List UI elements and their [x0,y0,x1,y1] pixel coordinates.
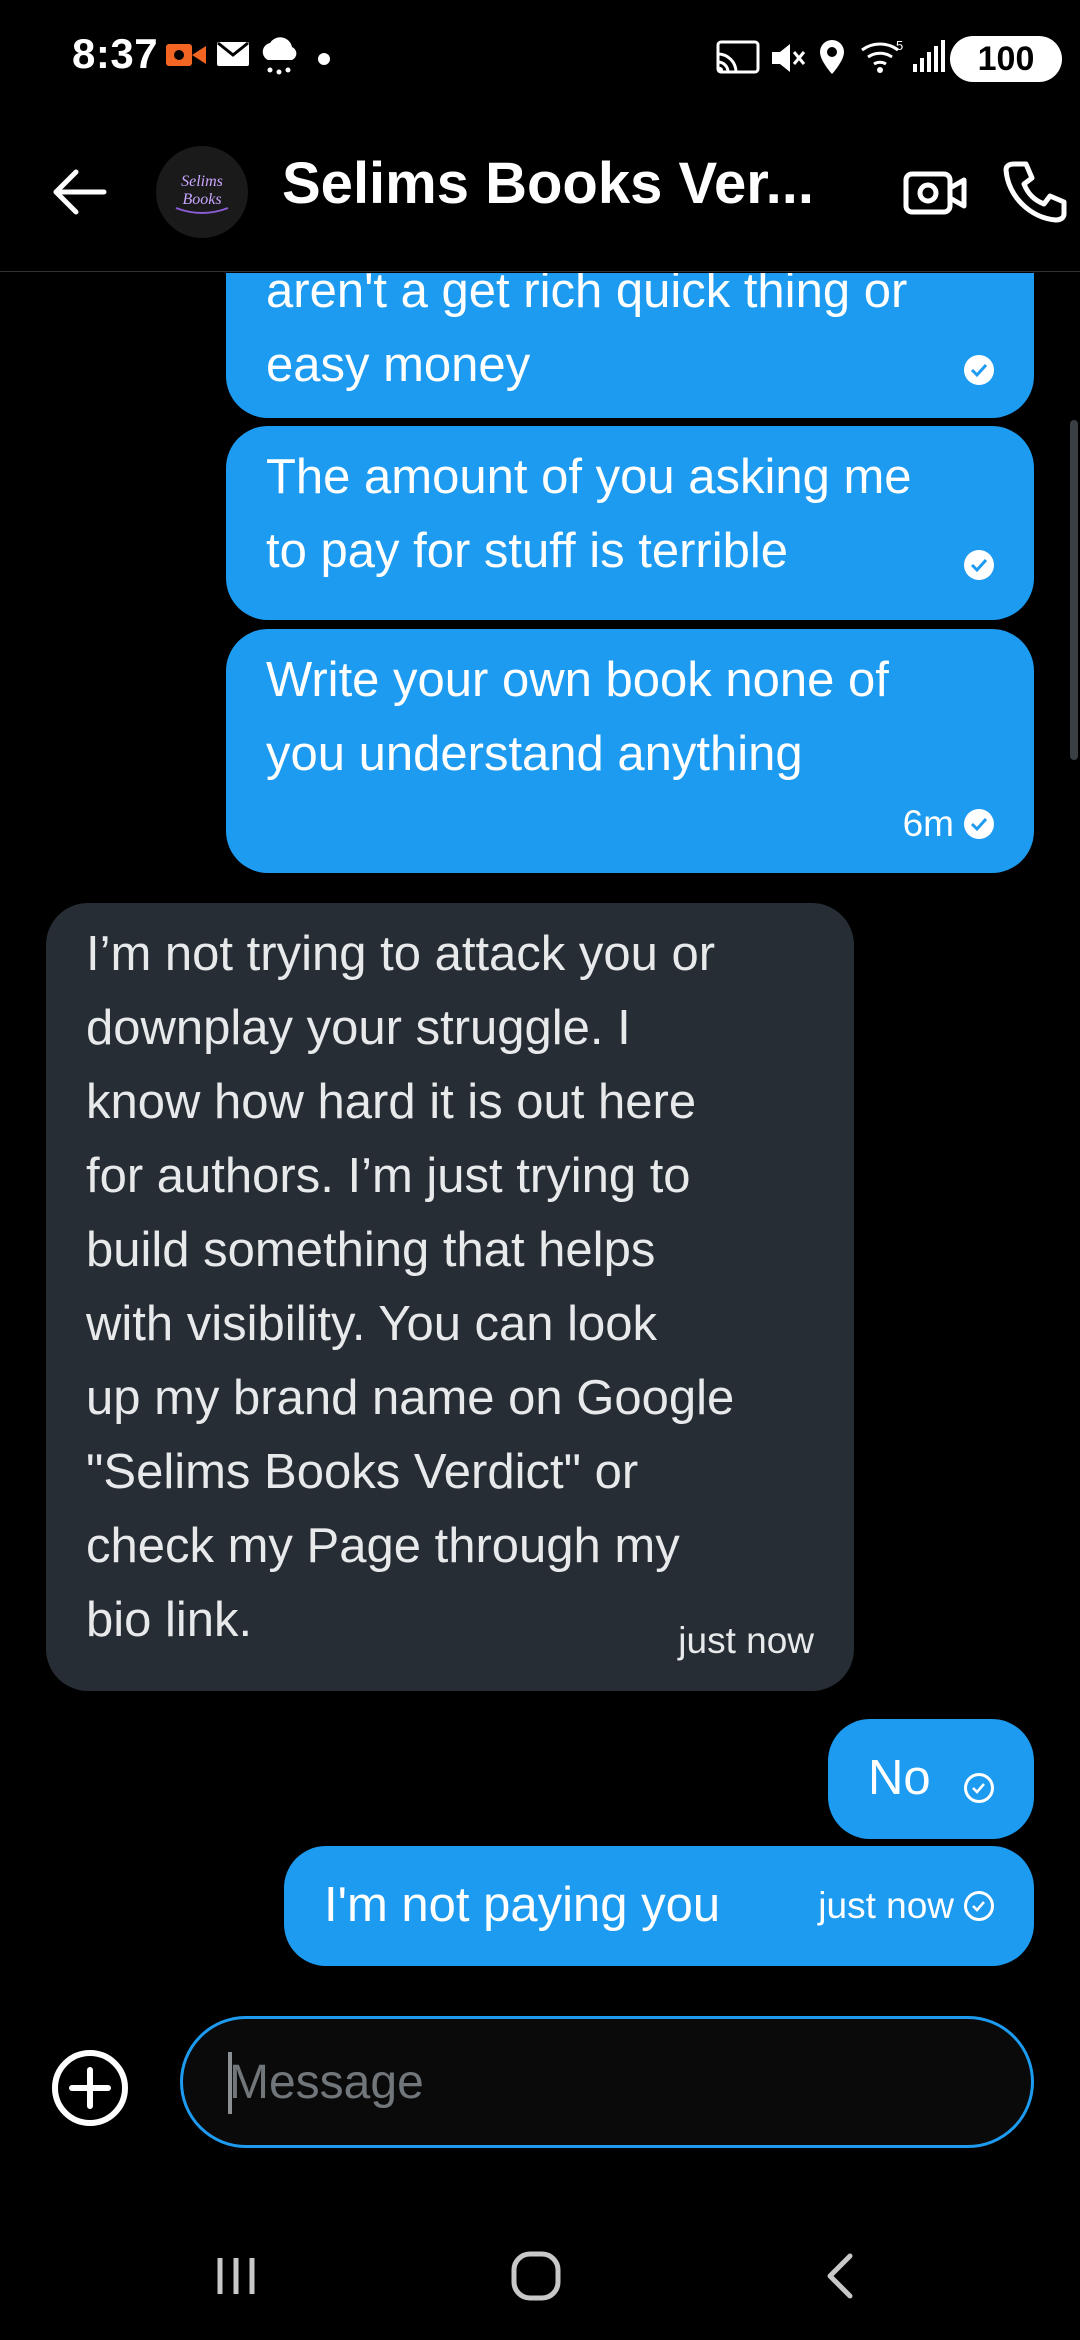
phone-icon[interactable] [1000,156,1070,226]
cast-icon [716,40,760,81]
sent-check-icon [964,809,994,839]
message-line: for authors. I’m just trying to [86,1149,691,1203]
message-line: with visibility. You can look [86,1297,658,1351]
wifi-icon: 5 [860,38,906,79]
message-status [964,550,994,580]
dm-screen: 8:37 5 100 Selims Books Selims Books Ver… [0,0,1080,2340]
message-line: know how hard it is out here [86,1075,697,1129]
message-line: aren't a get rich quick thing or [266,273,908,318]
message-status [964,355,994,385]
status-time: 8:37 [72,30,159,77]
battery-icon: 100 [950,36,1062,82]
message-line: No [868,1751,931,1805]
message-bubble-outgoing[interactable]: The amount of you asking me to pay for s… [226,426,1034,620]
status-bar: 8:37 5 100 [0,0,1080,116]
message-composer [0,2000,1080,2150]
sent-check-icon [964,550,994,580]
scrollbar[interactable] [1070,420,1078,760]
mute-icon [770,40,806,81]
sent-check-icon [964,355,994,385]
conversation-title[interactable]: Selims Books Ver... [282,150,814,217]
message-line: bio link. [86,1593,253,1647]
message-meta: just now [818,1886,994,1926]
message-line: The amount of you asking me [266,450,912,504]
message-line: I'm not paying you [324,1878,721,1932]
message-line: you understand anything [266,727,803,781]
text-cursor [228,2052,232,2114]
message-time: just now [678,1620,814,1661]
location-icon [818,38,846,81]
message-list[interactable]: aren't a get rich quick thing or easy mo… [0,273,1080,1973]
message-bubble-outgoing[interactable]: aren't a get rich quick thing or easy mo… [226,273,1034,418]
back-icon[interactable] [812,2246,872,2311]
video-camera-icon[interactable] [900,158,970,228]
message-line: build something that helps [86,1223,656,1277]
message-line: easy money [266,338,531,392]
message-meta: 6m [903,804,994,844]
mail-icon [216,40,250,73]
signal-icon [912,40,946,77]
message-line: I’m not trying to attack you or [86,927,716,981]
cloud-icon [258,34,300,83]
video-record-icon [166,40,206,75]
avatar[interactable]: Selims Books [156,146,248,238]
message-line: downplay your struggle. I [86,1001,631,1055]
message-time: 6m [902,803,954,844]
message-status [964,1773,994,1803]
message-line: up my brand name on Google [86,1371,735,1425]
arrow-left-icon[interactable] [48,160,112,224]
message-line: Write your own book none of [266,653,889,707]
message-line: check my Page through my [86,1519,680,1573]
sent-check-icon [964,1773,994,1803]
message-input[interactable] [180,2016,1034,2148]
plus-circle-icon[interactable] [50,2048,130,2128]
dot-icon [318,52,330,70]
system-navigation-bar [0,2210,1080,2340]
message-bubble-incoming[interactable]: I’m not trying to attack you or downplay… [46,903,854,1691]
home-icon[interactable] [506,2246,566,2311]
message-bubble-outgoing[interactable]: No [828,1719,1034,1839]
message-bubble-outgoing[interactable]: I'm not paying you just now [284,1846,1034,1966]
battery-level: 100 [977,39,1035,78]
svg-text:5: 5 [896,38,903,53]
message-bubble-outgoing[interactable]: Write your own book none of you understa… [226,629,1034,873]
avatar-line2: Books [182,191,221,208]
message-time: just now [818,1885,954,1926]
sent-check-icon [964,1891,994,1921]
recent-apps-icon[interactable] [206,2246,266,2311]
message-line: to pay for stuff is terrible [266,524,788,578]
message-line: "Selims Books Verdict" or [86,1445,639,1499]
conversation-header: Selims Books Selims Books Ver... [0,116,1080,272]
avatar-line1: Selims [181,173,223,190]
